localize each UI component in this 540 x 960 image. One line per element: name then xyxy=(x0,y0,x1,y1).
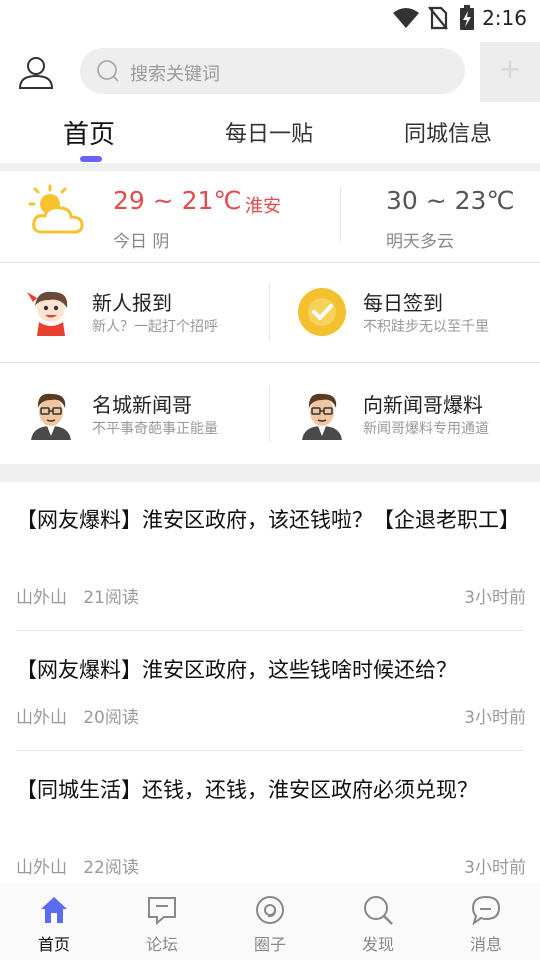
article-title: 【同城生活】还钱，还钱，淮安区政府必须兑现？ xyxy=(16,778,478,802)
section-divider xyxy=(0,163,540,171)
search-icon xyxy=(364,896,393,925)
bottom-navigation: 首页 论坛 圈子 发现 消息 xyxy=(0,882,540,960)
nav-label: 发现 xyxy=(361,935,394,954)
user-profile-icon[interactable] xyxy=(18,54,54,90)
battery-charging-icon xyxy=(460,5,474,30)
nav-label: 首页 xyxy=(37,935,70,954)
partly-cloudy-icon xyxy=(28,184,84,234)
tab-daily-post[interactable]: 每日一贴 xyxy=(225,116,313,148)
plus-icon: + xyxy=(498,52,522,85)
tab-bar: 首页 每日一贴 同城信息 xyxy=(0,106,540,164)
nav-label: 论坛 xyxy=(145,935,178,954)
article-meta: 山外山 22阅读 xyxy=(16,853,139,878)
article-divider xyxy=(16,750,524,751)
search-icon xyxy=(97,60,119,82)
nav-discover[interactable]: 发现 xyxy=(324,882,432,960)
status-bar: 2:16 xyxy=(0,0,540,36)
today-temperature: 29 ~ 21℃ xyxy=(113,186,242,215)
entry-title: 向新闻哥爆料 xyxy=(363,393,483,417)
active-tab-indicator xyxy=(80,156,102,162)
entry-newcomer[interactable]: 新人报到 新人？一起打个招呼 xyxy=(25,286,275,366)
top-header: 搜索关键词 + xyxy=(0,36,540,106)
article-reads: 20阅读 xyxy=(83,708,139,728)
wifi-icon xyxy=(393,8,419,28)
article-item[interactable]: 【同城生活】还钱，还钱，淮安区政府必须兑现？ 山外山 22阅读 3小时前 xyxy=(16,775,526,878)
article-author: 山外山 xyxy=(16,708,67,728)
tomorrow-temperature: 30 ~ 23℃ xyxy=(386,186,515,215)
clock-time: 2:16 xyxy=(482,6,527,30)
article-title: 【网友爆料】淮安区政府，该还钱啦？【企退老职工】 xyxy=(16,508,520,532)
entry-title: 名城新闻哥 xyxy=(92,393,192,417)
article-divider xyxy=(16,630,524,631)
nav-messages[interactable]: 消息 xyxy=(432,882,540,960)
article-time: 3小时前 xyxy=(464,708,526,728)
article-author: 山外山 xyxy=(16,858,67,878)
entry-subtitle: 新闻哥爆料专用通道 xyxy=(363,421,489,437)
search-placeholder: 搜索关键词 xyxy=(130,64,220,85)
article-time: 3小时前 xyxy=(464,588,526,608)
no-sim-icon xyxy=(428,6,448,30)
forum-icon xyxy=(148,897,176,926)
divider xyxy=(0,362,540,363)
tab-local-info[interactable]: 同城信息 xyxy=(404,116,492,148)
nav-forum[interactable]: 论坛 xyxy=(108,882,216,960)
news-brother-avatar-icon xyxy=(302,393,342,440)
grid-divider xyxy=(269,284,270,340)
entry-subtitle: 不积跬步无以至千里 xyxy=(363,319,489,335)
tab-home[interactable]: 首页 xyxy=(63,114,115,151)
nav-label: 消息 xyxy=(469,935,502,954)
home-icon xyxy=(41,897,67,923)
divider xyxy=(0,262,540,263)
entry-daily-checkin[interactable]: 每日签到 不积跬步无以至千里 xyxy=(296,286,540,366)
article-item[interactable]: 【网友爆料】淮安区政府，该还钱啦？【企退老职工】 山外山 21阅读 3小时前 xyxy=(16,505,526,608)
article-title: 【网友爆料】淮安区政府，这些钱啥时候还给？ xyxy=(16,658,457,682)
search-bar[interactable]: 搜索关键词 xyxy=(80,48,465,94)
article-meta: 山外山 21阅读 xyxy=(16,583,139,608)
circle-icon xyxy=(256,896,284,924)
nav-home[interactable]: 首页 xyxy=(0,882,108,960)
entry-news-brother[interactable]: 名城新闻哥 不平事奇葩事正能量 xyxy=(25,388,275,468)
newcomer-avatar-icon xyxy=(27,291,68,336)
article-author: 山外山 xyxy=(16,588,67,608)
grid-divider xyxy=(269,386,270,442)
entry-title: 新人报到 xyxy=(92,291,172,315)
nav-circle[interactable]: 圈子 xyxy=(216,882,324,960)
weather-divider xyxy=(340,186,341,242)
article-reads: 22阅读 xyxy=(83,858,139,878)
section-divider xyxy=(0,464,540,482)
article-reads: 21阅读 xyxy=(83,588,139,608)
message-icon xyxy=(471,895,501,926)
article-meta: 山外山 20阅读 xyxy=(16,703,139,728)
entry-subtitle: 新人？一起打个招呼 xyxy=(92,319,218,335)
entry-title: 每日签到 xyxy=(363,291,443,315)
today-weather-desc: 今日 阴 xyxy=(113,232,170,252)
entry-report-to-news-brother[interactable]: 向新闻哥爆料 新闻哥爆料专用通道 xyxy=(296,388,540,468)
news-brother-avatar-icon xyxy=(31,393,71,440)
weather-panel[interactable]: 29 ~ 21℃ 淮安 今日 阴 30 ~ 23℃ 明天多云 xyxy=(0,172,540,262)
article-time: 3小时前 xyxy=(464,858,526,878)
tomorrow-weather-desc: 明天多云 xyxy=(386,232,454,252)
checkin-badge-icon xyxy=(298,288,346,336)
weather-city: 淮安 xyxy=(245,196,281,217)
article-item[interactable]: 【网友爆料】淮安区政府，这些钱啥时候还给？ 山外山 20阅读 3小时前 xyxy=(16,655,526,728)
entry-subtitle: 不平事奇葩事正能量 xyxy=(92,421,218,437)
nav-label: 圈子 xyxy=(253,935,286,954)
add-button[interactable]: + xyxy=(480,42,540,102)
